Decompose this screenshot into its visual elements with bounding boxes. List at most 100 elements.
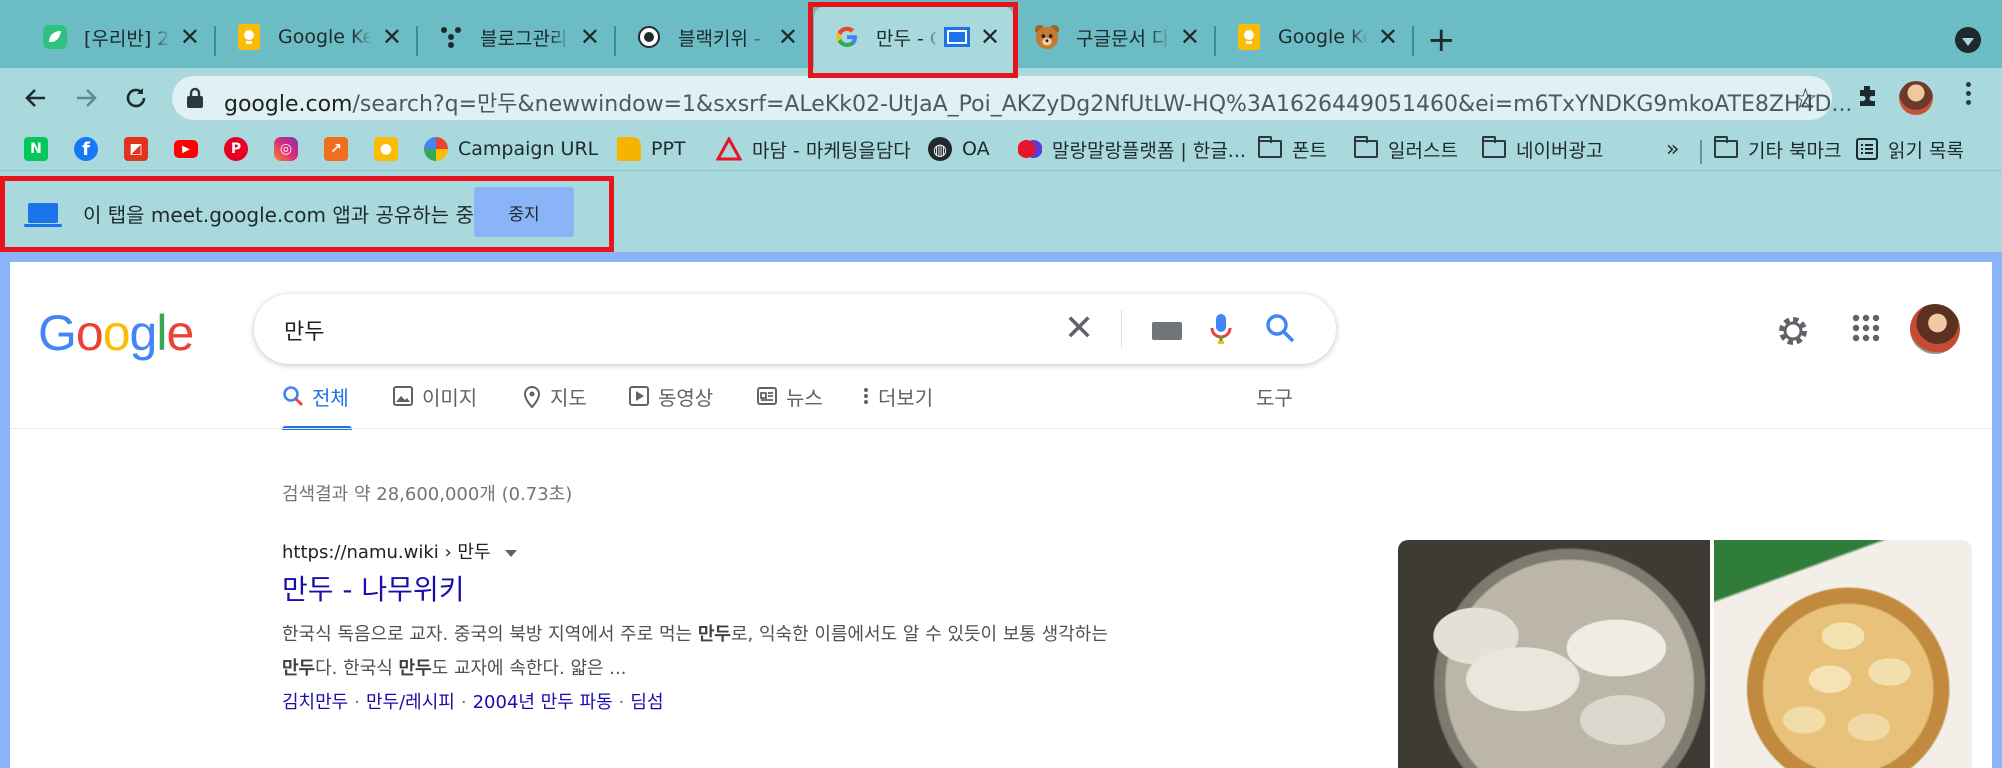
result-title-link[interactable]: 만두 - 나무위키: [282, 568, 464, 608]
tab-search-button[interactable]: [1955, 27, 1981, 53]
close-icon[interactable]: ✕: [778, 23, 798, 51]
result-sitelinks: 김치만두 · 만두/레시피 · 2004년 만두 파동 · 딤섬: [282, 688, 664, 714]
snippet-text: 한국식 독음으로 교자. 중국의 북방 지역에서 주로 먹는: [282, 624, 698, 645]
bookmark-analytics[interactable]: ↗: [324, 134, 348, 164]
settings-gear-icon[interactable]: [1776, 314, 1810, 348]
bookmark-label: Campaign URL: [458, 138, 599, 160]
sitelink[interactable]: 만두/레시피: [366, 692, 455, 713]
back-button[interactable]: [16, 78, 56, 118]
tab-label: 지도: [550, 386, 587, 410]
browser-tab-active[interactable]: 만두 - Google 검색 ✕: [814, 6, 1014, 68]
google-logo[interactable]: Google: [38, 304, 194, 362]
bookmark-star-icon[interactable]: ☆: [1793, 82, 1818, 115]
bookmark-pinterest[interactable]: P: [224, 134, 248, 164]
tab-news[interactable]: 뉴스: [756, 382, 823, 430]
arrow-right-icon: [77, 89, 97, 107]
trend-chart-icon: ↗: [324, 137, 348, 161]
sitelink[interactable]: 김치만두: [282, 692, 348, 713]
bookmark-ppt[interactable]: PPT: [617, 134, 686, 164]
bookmark-label: 일러스트: [1388, 139, 1458, 162]
sitelink[interactable]: 딤섬: [630, 692, 663, 713]
close-icon[interactable]: ✕: [382, 23, 402, 51]
tab-all[interactable]: 전체: [282, 382, 352, 430]
slides-icon: [617, 137, 641, 161]
close-icon[interactable]: ✕: [980, 23, 1000, 51]
bookmark-label: 말랑말랑플랫폼 | 한글...: [1052, 139, 1246, 162]
browser-menu-icon[interactable]: [1962, 82, 1974, 105]
bookmark-folder-naver-ads[interactable]: 네이버광고: [1482, 134, 1603, 164]
close-icon[interactable]: ✕: [580, 23, 600, 51]
close-icon[interactable]: ✕: [180, 23, 200, 51]
browser-tab-4[interactable]: 블랙키위 - "검색어" ✕: [616, 6, 812, 68]
tab-maps[interactable]: 지도: [522, 382, 587, 430]
bookmark-folder-illustrations[interactable]: 일러스트: [1354, 134, 1458, 164]
tab-title: [우리반] 2021학년도: [84, 27, 170, 50]
bookmark-oa[interactable]: ◍ OA: [928, 134, 990, 164]
account-avatar[interactable]: [1910, 304, 1960, 354]
tab-title: 만두 - Google 검색: [876, 27, 938, 50]
more-vert-icon: [864, 388, 868, 404]
browser-tab-6[interactable]: 구글문서 다른 이름으로 ✕: [1014, 6, 1214, 68]
browser-tab-1[interactable]: [우리반] 2021학년도 ✕: [22, 6, 214, 68]
snippet-text: 로, 익숙한 이름에서도 알 수 있듯이 보통 생각하는: [730, 624, 1108, 645]
bookmark-keep[interactable]: ●: [374, 134, 398, 164]
tab-images[interactable]: 이미지: [392, 382, 477, 430]
tab-sharing-indicator-icon: [944, 27, 970, 47]
close-icon[interactable]: ✕: [1378, 23, 1398, 51]
tab-title: 블로그관리 | 네이버: [480, 27, 570, 50]
browser-tab-7[interactable]: Google Keep ✕: [1216, 6, 1412, 68]
microphone-icon[interactable]: [1209, 312, 1233, 346]
tab-share-infobar: 이 탭을 meet.google.com 앱과 공유하는 중 중지: [0, 170, 2002, 252]
new-tab-button[interactable]: +: [1427, 20, 1456, 60]
bear-icon: [1034, 24, 1060, 50]
bookmark-other[interactable]: 기타 북마크: [1714, 134, 1841, 164]
clear-search-icon[interactable]: ✕: [1064, 308, 1094, 349]
forward-button[interactable]: [66, 78, 106, 118]
close-icon[interactable]: ✕: [1180, 23, 1200, 51]
apps-grid-icon[interactable]: [1852, 314, 1880, 342]
bookmark-malang[interactable]: 말랑말랑플랫폼 | 한글...: [1018, 134, 1246, 164]
snippet-bold: 만두: [697, 624, 731, 645]
result-cite[interactable]: https://namu.wiki › 만두: [282, 538, 517, 564]
separator: ·: [460, 692, 467, 713]
search-input[interactable]: 만두: [284, 314, 324, 346]
tab-label: 도구: [1256, 386, 1293, 410]
mandu-photo-bamboo[interactable]: [1714, 540, 1972, 768]
instagram-icon: ◎: [274, 137, 298, 161]
bookmark-label: 네이버광고: [1516, 139, 1604, 162]
extensions-icon[interactable]: [1854, 82, 1882, 110]
reload-button[interactable]: [116, 78, 156, 118]
sitelink[interactable]: 2004년 만두 파동: [473, 692, 613, 713]
bookmark-facebook[interactable]: f: [74, 134, 98, 164]
dots-icon: [438, 24, 464, 50]
address-bar[interactable]: google.com/search?q=만두&newwindow=1&sxsrf…: [172, 76, 1852, 120]
browser-tab-2[interactable]: Google Keep ✕: [216, 6, 416, 68]
stop-sharing-button[interactable]: 중지: [474, 187, 574, 237]
bookmark-naver[interactable]: N: [24, 134, 48, 164]
search-box[interactable]: 만두 ✕: [254, 294, 1336, 364]
tools-button[interactable]: 도구: [1256, 382, 1293, 430]
bookmark-instagram[interactable]: ◎: [274, 134, 298, 164]
keep-icon: [236, 24, 262, 50]
mandu-photo-steamer[interactable]: [1398, 540, 1710, 768]
red-app-icon: ◩: [124, 137, 148, 161]
bookmark-campaign-url[interactable]: Campaign URL: [424, 134, 598, 164]
snippet-bold: 만두: [282, 658, 316, 679]
bookmark-folder-fonts[interactable]: 폰트: [1258, 134, 1327, 164]
bookmarks-overflow-button[interactable]: »: [1666, 134, 1679, 164]
url-host: google.com: [224, 92, 353, 117]
bookmark-youtube[interactable]: ▶: [174, 134, 198, 164]
bookmark-app[interactable]: ◩: [124, 134, 148, 164]
search-icon[interactable]: [1264, 312, 1296, 344]
news-icon: [757, 387, 777, 405]
browser-tab-3[interactable]: 블로그관리 | 네이버 ✕: [418, 6, 614, 68]
tab-videos[interactable]: 동영상: [628, 382, 713, 430]
bookmark-label: 폰트: [1292, 139, 1327, 162]
tab-more[interactable]: 더보기: [862, 382, 933, 430]
tab-label: 이미지: [422, 386, 478, 410]
reading-list-button[interactable]: 읽기 목록: [1856, 134, 1964, 164]
keyboard-icon[interactable]: [1152, 322, 1182, 340]
bookmark-madam[interactable]: 마담 - 마케팅을담다: [716, 134, 911, 164]
chevron-down-icon[interactable]: [504, 549, 517, 557]
profile-avatar-button[interactable]: [1899, 81, 1933, 115]
